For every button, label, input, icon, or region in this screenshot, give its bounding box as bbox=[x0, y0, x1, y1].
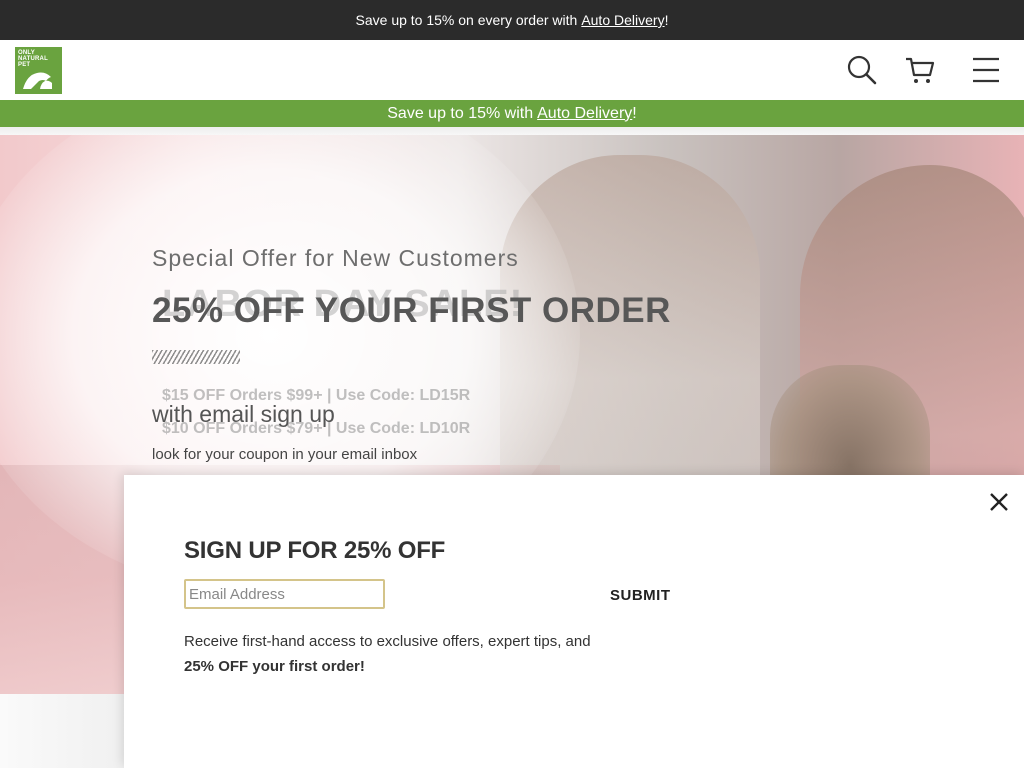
green-auto-delivery-link[interactable]: Auto Delivery bbox=[537, 105, 632, 123]
popup-desc-text: Receive first-hand access to exclusive o… bbox=[184, 633, 591, 650]
submit-button[interactable]: SUBMIT bbox=[610, 587, 671, 604]
green-bar-suffix: ! bbox=[632, 104, 637, 122]
hatch-divider bbox=[152, 350, 240, 364]
cart-icon[interactable] bbox=[904, 54, 936, 86]
offer-title: 25% OFF YOUR FIRST ORDER bbox=[152, 291, 671, 330]
signup-popup: SIGN UP FOR 25% OFF SUBMIT Receive first… bbox=[124, 475, 1024, 768]
logo-line-3: PET bbox=[18, 62, 31, 68]
site-header: ONLY NATURAL PET bbox=[0, 40, 1024, 100]
search-icon[interactable] bbox=[846, 54, 878, 86]
email-field[interactable] bbox=[184, 579, 385, 609]
top-promo-bar: Save up to 15% on every order with Auto … bbox=[0, 0, 1024, 40]
green-bar-text: Save up to 15% with bbox=[387, 104, 534, 122]
offer-kicker: Special Offer for New Customers bbox=[152, 245, 519, 271]
menu-icon[interactable] bbox=[970, 54, 1002, 86]
logo-pet-silhouette-icon bbox=[23, 72, 52, 89]
top-auto-delivery-link[interactable]: Auto Delivery bbox=[581, 12, 664, 28]
page-bottom-area bbox=[0, 694, 124, 768]
close-icon[interactable] bbox=[988, 491, 1010, 513]
logo[interactable]: ONLY NATURAL PET bbox=[15, 47, 62, 94]
header-divider bbox=[0, 127, 1024, 135]
popup-title: SIGN UP FOR 25% OFF bbox=[184, 537, 446, 564]
offer-subtitle: with email sign up bbox=[152, 401, 335, 427]
auto-delivery-bar: Save up to 15% with Auto Delivery! bbox=[0, 100, 1024, 127]
popup-description: Receive first-hand access to exclusive o… bbox=[184, 629, 604, 679]
top-promo-text: Save up to 15% on every order with bbox=[355, 12, 578, 28]
popup-desc-bold: 25% OFF your first order! bbox=[184, 658, 365, 675]
offer-note: look for your coupon in your email inbox bbox=[152, 446, 418, 463]
top-promo-suffix: ! bbox=[664, 12, 669, 28]
